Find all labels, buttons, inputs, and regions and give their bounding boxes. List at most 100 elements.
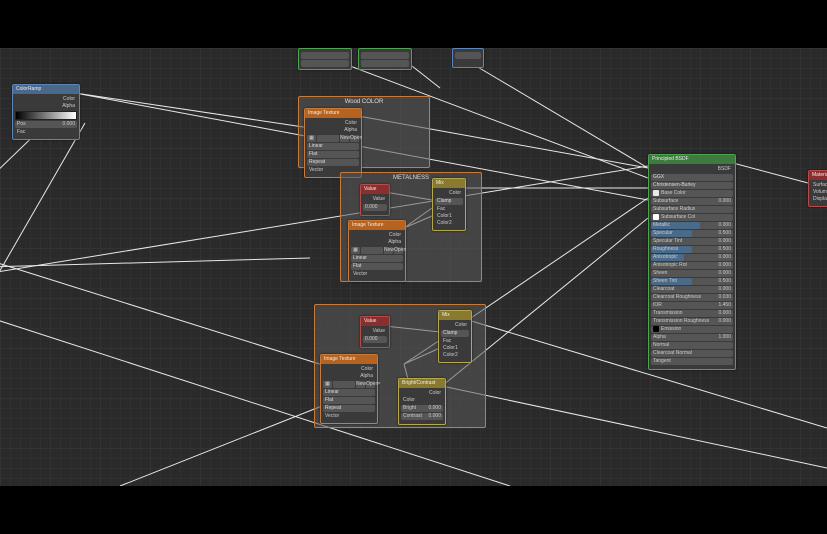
socket-color-out[interactable]: Color bbox=[323, 366, 375, 373]
node-header[interactable]: Mix bbox=[433, 179, 465, 188]
socket-alpha-out[interactable]: Alpha bbox=[307, 127, 359, 134]
input-specular-tint[interactable]: Specular Tint0.000 bbox=[651, 238, 733, 245]
node-field[interactable] bbox=[455, 52, 481, 59]
socket-fac-in[interactable]: Fac bbox=[435, 206, 463, 213]
extension-select[interactable]: Repeat bbox=[323, 405, 375, 412]
input-transmission[interactable]: Transmission0.000 bbox=[651, 310, 733, 317]
node-image-texture-3[interactable]: Image Texture Color Alpha ▦ New Open Lin… bbox=[320, 354, 378, 424]
input-anisotropic-rot[interactable]: Anisotropic Rot0.000 bbox=[651, 262, 733, 269]
socket-alpha-out[interactable]: Alpha bbox=[323, 373, 375, 380]
image-icon[interactable]: ▦ bbox=[351, 247, 360, 254]
input-subsurface[interactable]: Subsurface0.000 bbox=[651, 198, 733, 205]
input-sheen[interactable]: Sheen0.000 bbox=[651, 270, 733, 277]
socket-displacement-in[interactable]: Displacement bbox=[811, 196, 827, 203]
interp-select[interactable]: Linear bbox=[307, 143, 359, 150]
socket-alpha-out[interactable]: Alpha bbox=[351, 239, 403, 246]
image-name-field[interactable] bbox=[361, 247, 383, 254]
node-header[interactable]: Image Texture bbox=[321, 355, 377, 364]
socket-vector-in[interactable]: Vector bbox=[323, 413, 375, 420]
socket-color2-in[interactable]: Color2 bbox=[435, 220, 463, 227]
node-bright-contrast[interactable]: Bright/Contrast Color Color Bright0.000 … bbox=[398, 378, 446, 425]
node-header[interactable]: Mix bbox=[439, 311, 471, 320]
input-subsurface-col[interactable]: Subsurface Col bbox=[651, 214, 733, 221]
open-button[interactable]: Open bbox=[350, 135, 359, 142]
distribution-select[interactable]: GGX bbox=[651, 174, 733, 181]
node-header[interactable]: Bright/Contrast bbox=[399, 379, 445, 388]
projection-select[interactable]: Flat bbox=[323, 397, 375, 404]
input-base-color[interactable]: Base Color bbox=[651, 190, 733, 197]
interp-select[interactable]: Linear bbox=[351, 255, 403, 262]
input-anisotropic[interactable]: Anisotropic0.000 bbox=[651, 254, 733, 261]
new-button[interactable]: New bbox=[340, 135, 349, 142]
socket-volume-in[interactable]: Volume bbox=[811, 189, 827, 196]
input-transmission-roughness[interactable]: Transmission Roughness0.000 bbox=[651, 318, 733, 325]
node-principled-bsdf[interactable]: Principled BSDF BSDF GGX Christensen-Bur… bbox=[648, 154, 736, 370]
socket-surface-in[interactable]: Surface bbox=[811, 182, 827, 189]
input-alpha[interactable]: Alpha1.000 bbox=[651, 334, 733, 341]
input-tangent[interactable]: Tangent bbox=[651, 358, 733, 365]
node-mix-2[interactable]: Mix Color Clamp Fac Color1 Color2 bbox=[438, 310, 472, 363]
node-header[interactable]: Image Texture bbox=[349, 221, 405, 230]
socket-vector-in[interactable]: Vector bbox=[351, 271, 403, 278]
node-mix-1[interactable]: Mix Color Clamp Fac Color1 Color2 bbox=[432, 178, 466, 231]
image-name-field[interactable] bbox=[317, 135, 339, 142]
socket-color1-in[interactable]: Color1 bbox=[435, 213, 463, 220]
input-emission[interactable]: Emission bbox=[651, 326, 733, 333]
socket-value-out[interactable]: Value bbox=[363, 328, 387, 335]
node-image-texture-2[interactable]: Image Texture Color Alpha ▦ New Open Lin… bbox=[348, 220, 406, 282]
extension-select[interactable]: Repeat bbox=[307, 159, 359, 166]
socket-color2-in[interactable]: Color2 bbox=[441, 352, 469, 359]
bright-slider[interactable]: Bright0.000 bbox=[401, 405, 443, 412]
interp-select[interactable]: Linear bbox=[323, 389, 375, 396]
image-name-field[interactable] bbox=[333, 381, 355, 388]
node-partial-3[interactable] bbox=[452, 48, 484, 68]
node-header[interactable]: Material Output bbox=[809, 171, 827, 180]
node-value-2[interactable]: Value Value 0.000 bbox=[360, 316, 390, 348]
node-editor-viewport[interactable]: ColorRamp Color Alpha Pos0.000 Fac Wood … bbox=[0, 48, 827, 486]
node-header[interactable]: Value bbox=[361, 185, 389, 194]
input-clearcoat[interactable]: Clearcoat0.000 bbox=[651, 286, 733, 293]
projection-select[interactable]: Flat bbox=[307, 151, 359, 158]
socket-fac-in[interactable]: Fac bbox=[441, 338, 469, 345]
socket-color-out[interactable]: Color bbox=[441, 322, 469, 329]
node-field[interactable] bbox=[301, 52, 349, 59]
image-icon[interactable]: ▦ bbox=[307, 135, 316, 142]
node-field[interactable] bbox=[361, 60, 409, 67]
open-button[interactable]: Open bbox=[366, 381, 375, 388]
socket-alpha-out[interactable]: Alpha bbox=[15, 103, 77, 110]
input-roughness[interactable]: Roughness0.500 bbox=[651, 246, 733, 253]
node-material-output[interactable]: Material Output SurfaceVolumeDisplacemen… bbox=[808, 170, 827, 207]
node-field[interactable] bbox=[301, 60, 349, 67]
node-partial-2[interactable] bbox=[358, 48, 412, 70]
value-field[interactable]: 0.000 bbox=[363, 204, 387, 211]
input-subsurface-radius[interactable]: Subsurface Radius bbox=[651, 206, 733, 213]
socket-bsdf-out[interactable]: BSDF bbox=[651, 166, 733, 173]
color-ramp-gradient[interactable] bbox=[15, 111, 77, 120]
node-color-ramp[interactable]: ColorRamp Color Alpha Pos0.000 Fac bbox=[12, 84, 80, 140]
input-clearcoat-normal[interactable]: Clearcoat Normal bbox=[651, 350, 733, 357]
socket-color-out[interactable]: Color bbox=[435, 190, 463, 197]
node-field[interactable] bbox=[361, 52, 409, 59]
socket-fac-in[interactable]: Fac bbox=[15, 129, 77, 136]
contrast-slider[interactable]: Contrast0.000 bbox=[401, 413, 443, 420]
socket-color-out[interactable]: Color bbox=[15, 96, 77, 103]
node-header[interactable]: Value bbox=[361, 317, 389, 326]
open-button[interactable]: Open bbox=[394, 247, 403, 254]
node-value-1[interactable]: Value Value 0.000 bbox=[360, 184, 390, 216]
input-clearcoat-roughness[interactable]: Clearcoat Roughness0.030 bbox=[651, 294, 733, 301]
projection-select[interactable]: Flat bbox=[351, 263, 403, 270]
socket-color-out[interactable]: Color bbox=[351, 232, 403, 239]
pos-slider[interactable]: Pos0.000 bbox=[15, 121, 77, 128]
input-normal[interactable]: Normal bbox=[651, 342, 733, 349]
input-metallic[interactable]: Metallic0.000 bbox=[651, 222, 733, 229]
node-header[interactable]: Image Texture bbox=[305, 109, 361, 118]
node-image-texture-1[interactable]: Image Texture Color Alpha ▦ New Open Lin… bbox=[304, 108, 362, 178]
node-partial-1[interactable] bbox=[298, 48, 352, 70]
input-sheen-tint[interactable]: Sheen Tint0.500 bbox=[651, 278, 733, 285]
socket-color1-in[interactable]: Color1 bbox=[441, 345, 469, 352]
image-icon[interactable]: ▦ bbox=[323, 381, 332, 388]
sss-method-select[interactable]: Christensen-Burley bbox=[651, 182, 733, 189]
socket-value-out[interactable]: Value bbox=[363, 196, 387, 203]
node-header[interactable]: ColorRamp bbox=[13, 85, 79, 94]
input-ior[interactable]: IOR1.450 bbox=[651, 302, 733, 309]
